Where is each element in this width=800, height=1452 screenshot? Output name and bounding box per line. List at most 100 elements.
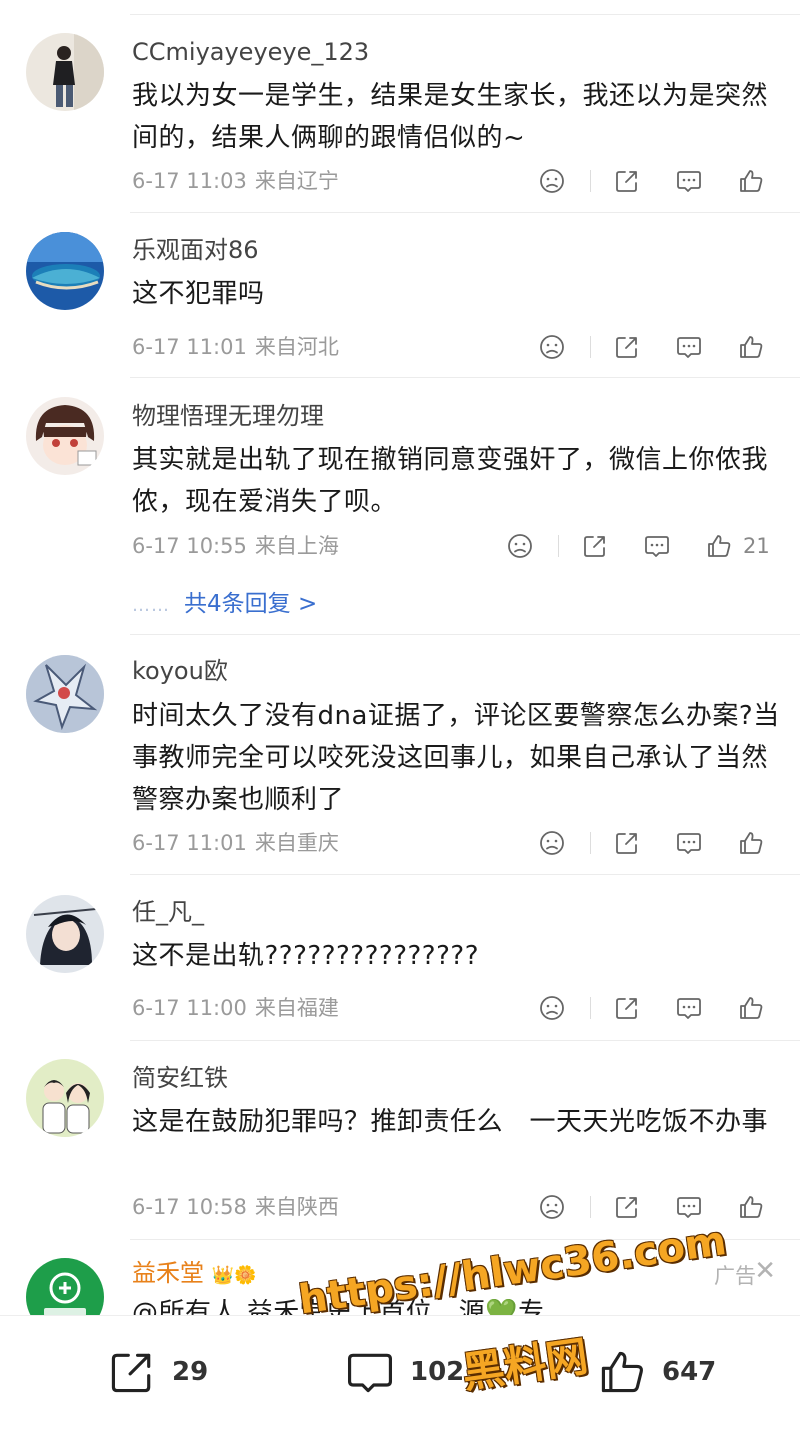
comment-text: 这不是出轨??????????????? — [132, 941, 479, 971]
comment-button[interactable]: 102 — [344, 1344, 464, 1400]
username[interactable]: koyou欧 — [132, 656, 228, 686]
divider — [558, 535, 559, 557]
timestamp: 6-17 11:01 — [132, 335, 247, 359]
divider — [130, 1040, 800, 1041]
avatar[interactable] — [26, 1059, 104, 1137]
dislike-icon[interactable] — [536, 331, 568, 363]
timestamp: 6-17 11:00 — [132, 996, 247, 1020]
dislike-icon[interactable] — [504, 530, 536, 562]
divider — [130, 1239, 800, 1240]
share-icon[interactable] — [579, 530, 611, 562]
dislike-icon[interactable] — [536, 165, 568, 197]
username[interactable]: 任_凡_ — [132, 897, 204, 927]
comment-meta: 6-17 11:01 来自重庆 — [132, 829, 339, 857]
badge-icon: 👑🌼 — [211, 1265, 257, 1286]
replies-dots: …… — [132, 595, 170, 616]
comment-meta: 6-17 11:01 来自河北 — [132, 333, 339, 361]
comment-feed[interactable]: CCmiyayeyeye_123 我以为女一是学生，结果是女生家长，我还以为是突… — [0, 0, 800, 1315]
comment-icon[interactable] — [673, 331, 705, 363]
location: 来自重庆 — [254, 831, 339, 855]
share-icon[interactable] — [611, 331, 643, 363]
comment-text: 其实就是出轨了现在撤销同意变强奸了，微信上你侬我侬，现在爱消失了呗。 — [132, 445, 769, 517]
location: 来自福建 — [254, 996, 339, 1020]
divider — [590, 832, 591, 854]
comment-actions — [536, 331, 767, 363]
dislike-icon[interactable] — [536, 1191, 568, 1223]
comment-icon — [347, 1353, 393, 1393]
username[interactable]: 乐观面对86 — [132, 235, 259, 265]
like-icon[interactable] — [703, 530, 735, 562]
avatar[interactable] — [26, 895, 104, 973]
dislike-icon[interactable] — [536, 827, 568, 859]
share-icon[interactable] — [611, 165, 643, 197]
comment-meta: 6-17 11:03 来自辽宁 — [132, 167, 339, 195]
comment-actions — [536, 165, 767, 197]
share-count: 29 — [172, 1357, 209, 1387]
comment-icon[interactable] — [673, 1191, 705, 1223]
ad-tag: 广告 — [714, 1264, 756, 1288]
divider — [130, 212, 800, 213]
share-icon[interactable] — [611, 827, 643, 859]
location: 来自辽宁 — [254, 169, 339, 193]
divider — [130, 377, 800, 378]
like-icon[interactable] — [735, 1191, 767, 1223]
divider — [130, 874, 800, 875]
comment-actions — [536, 1191, 767, 1223]
ad-text: @所有人 益禾堂史上首位…源💚专 — [132, 1298, 545, 1315]
avatar[interactable] — [26, 232, 104, 310]
comment-actions: 21 — [504, 530, 770, 562]
location: 来自河北 — [254, 335, 339, 359]
share-button[interactable]: 29 — [106, 1344, 208, 1400]
comment-text: 这不犯罪吗 — [132, 279, 265, 309]
like-count: 21 — [743, 534, 770, 558]
share-icon[interactable] — [611, 1191, 643, 1223]
share-icon — [111, 1353, 151, 1393]
replies-label: 共4条回复 > — [184, 591, 318, 617]
close-icon[interactable]: ✕ — [754, 1256, 776, 1286]
timestamp: 6-17 10:55 — [132, 534, 247, 558]
like-count: 647 — [662, 1357, 717, 1387]
like-icon[interactable] — [735, 331, 767, 363]
comment-count: 102 — [410, 1357, 465, 1387]
avatar[interactable] — [26, 33, 104, 111]
timestamp: 6-17 10:58 — [132, 1195, 247, 1219]
username[interactable]: CCmiyayeyeye_123 — [132, 37, 369, 67]
comment-meta: 6-17 10:55 来自上海 — [132, 532, 339, 560]
comment-actions — [536, 827, 767, 859]
ad-name: 益禾堂 — [132, 1259, 204, 1287]
comment-text: 时间太久了没有dna证据了，评论区要警察怎么办案?当事教师完全可以咬死没这回事儿… — [132, 701, 780, 815]
location: 来自陕西 — [254, 1195, 339, 1219]
comment-text: 我以为女一是学生，结果是女生家长，我还以为是突然间的，结果人俩聊的跟情侣似的~ — [132, 81, 769, 153]
bottom-action-bar: 29 102 647 — [0, 1315, 800, 1452]
comment-actions — [536, 992, 767, 1024]
avatar[interactable] — [26, 397, 104, 475]
comment-icon[interactable] — [673, 992, 705, 1024]
ad-username[interactable]: 益禾堂 👑🌼 — [132, 1258, 256, 1291]
divider — [590, 1196, 591, 1218]
username[interactable]: 简安红铁 — [132, 1063, 228, 1093]
comment-meta: 6-17 11:00 来自福建 — [132, 994, 339, 1022]
comment-text: 这是在鼓励犯罪吗？推卸责任么 一天天光吃饭不办事 — [132, 1107, 769, 1137]
divider — [130, 14, 800, 15]
divider — [590, 170, 591, 192]
divider — [590, 997, 591, 1019]
username[interactable]: 物理悟理无理勿理 — [132, 401, 324, 431]
like-icon[interactable] — [735, 992, 767, 1024]
view-replies-link[interactable]: …… 共4条回复 > — [132, 584, 317, 618]
like-icon[interactable] — [735, 827, 767, 859]
avatar[interactable] — [26, 1258, 104, 1315]
share-icon[interactable] — [611, 992, 643, 1024]
location: 来自上海 — [254, 534, 339, 558]
like-icon — [601, 1351, 643, 1393]
comment-icon[interactable] — [673, 827, 705, 859]
like-button[interactable]: 647 — [596, 1344, 716, 1400]
timestamp: 6-17 11:01 — [132, 831, 247, 855]
dislike-icon[interactable] — [536, 992, 568, 1024]
divider — [130, 634, 800, 635]
comment-meta: 6-17 10:58 来自陕西 — [132, 1193, 339, 1221]
like-icon[interactable] — [735, 165, 767, 197]
comment-icon[interactable] — [641, 530, 673, 562]
divider — [590, 336, 591, 358]
comment-icon[interactable] — [673, 165, 705, 197]
avatar[interactable] — [26, 655, 104, 733]
